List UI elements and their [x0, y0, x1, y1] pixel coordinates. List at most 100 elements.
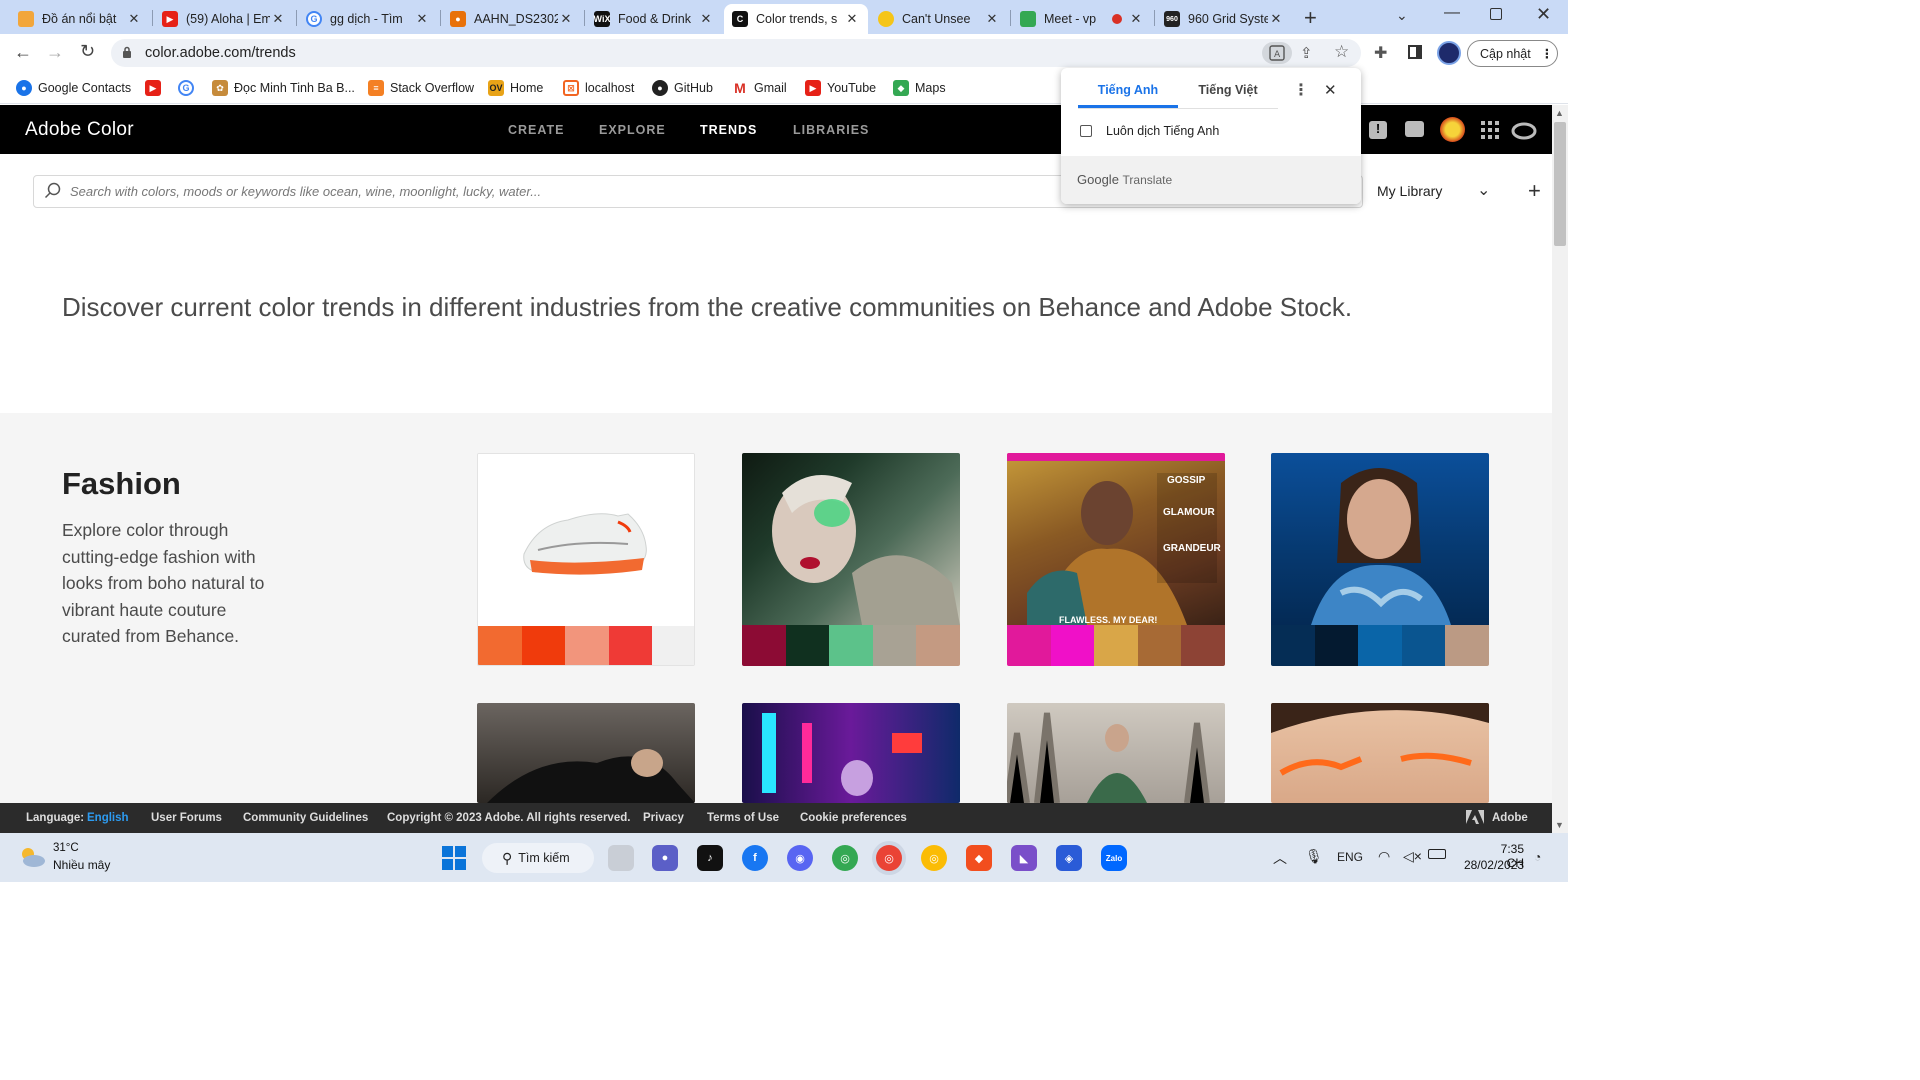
tiktok-icon[interactable]: ♪	[697, 845, 723, 871]
chrome-icon[interactable]: ◎	[921, 845, 947, 871]
taskbar-search[interactable]: ⚲ Tìm kiếm	[482, 843, 594, 873]
footer-user-forums[interactable]: User Forums	[151, 812, 222, 824]
browser-tab-active[interactable]: C Color trends, s ✕	[724, 4, 868, 34]
url-text[interactable]: color.adobe.com/trends	[145, 45, 296, 61]
bookmark-home[interactable]: OV Home	[488, 78, 543, 98]
weather-cloud-icon[interactable]	[18, 846, 46, 868]
share-icon[interactable]: ⇪	[1300, 44, 1313, 62]
trend-card-partial[interactable]	[1271, 703, 1489, 803]
close-icon[interactable]: ✕	[1324, 81, 1337, 99]
always-translate-checkbox[interactable]	[1080, 125, 1092, 137]
close-icon[interactable]: ✕	[414, 11, 430, 27]
browser-tab[interactable]: ● AAHN_DS2302 ✕	[442, 4, 582, 34]
lock-icon[interactable]	[122, 46, 132, 58]
scroll-down-icon[interactable]: ▼	[1555, 820, 1564, 830]
nav-trends[interactable]: TRENDS	[700, 123, 757, 137]
bookmark-maps[interactable]: ◆ Maps	[893, 78, 946, 98]
visual-studio-icon[interactable]: ◣	[1011, 845, 1037, 871]
bookmark-youtube-short[interactable]: ▶	[145, 78, 167, 98]
scroll-up-icon[interactable]: ▲	[1555, 108, 1564, 118]
facebook-icon[interactable]: f	[742, 845, 768, 871]
nav-create[interactable]: CREATE	[508, 123, 564, 137]
my-library-select[interactable]: My Library	[1377, 183, 1442, 199]
close-icon[interactable]: ✕	[126, 11, 142, 27]
trend-card-partial[interactable]	[1007, 703, 1225, 803]
close-window-icon[interactable]: ✕	[1536, 4, 1551, 25]
footer-terms[interactable]: Terms of Use	[707, 812, 779, 824]
close-icon[interactable]: ✕	[558, 11, 574, 27]
bookmark-star-icon[interactable]: ☆	[1334, 42, 1349, 62]
battery-icon[interactable]	[1428, 849, 1446, 859]
zalo-icon[interactable]: Zalo	[1101, 845, 1127, 871]
bookmark-github[interactable]: ● GitHub	[652, 78, 713, 98]
tab-tieng-viet[interactable]: Tiếng Việt	[1178, 83, 1278, 97]
back-icon[interactable]: ←	[14, 42, 32, 63]
user-avatar[interactable]	[1440, 117, 1465, 142]
show-hidden-icons[interactable]: ︿	[1273, 848, 1287, 868]
close-icon[interactable]: ✕	[270, 11, 286, 27]
bookmark-google[interactable]: G	[178, 78, 200, 98]
apps-grid-icon[interactable]	[1481, 121, 1499, 139]
browser-tab[interactable]: Đồ án nổi bật ✕	[10, 4, 150, 34]
weather-temp[interactable]: 31°C	[53, 842, 79, 854]
translate-icon[interactable]: A	[1262, 42, 1292, 64]
browser-tab[interactable]: 960 960 Grid Syste ✕	[1156, 4, 1292, 34]
bookmark-localhost[interactable]: ⊠ localhost	[563, 78, 634, 98]
adobe-logo-icon[interactable]	[1466, 810, 1484, 824]
trend-card-partial[interactable]	[477, 703, 695, 803]
chrome-active-icon[interactable]: ◎	[876, 845, 902, 871]
trend-card[interactable]	[742, 453, 960, 666]
browser-tab[interactable]: Can't Unsee ✕	[870, 4, 1008, 34]
browser-tab[interactable]: Meet - vp ✕	[1012, 4, 1152, 34]
chevron-down-icon[interactable]: ⌄	[1477, 180, 1490, 200]
search-input[interactable]: Search with colors, moods or keywords li…	[70, 184, 541, 199]
close-icon[interactable]: ✕	[844, 11, 860, 27]
adobe-color-logo[interactable]: Adobe Color	[25, 119, 134, 141]
footer-cookie-preferences[interactable]: Cookie preferences	[800, 812, 907, 824]
creative-cloud-icon[interactable]	[1511, 120, 1537, 140]
new-tab-icon[interactable]: +	[1304, 5, 1317, 31]
weather-desc[interactable]: Nhiều mây	[53, 858, 110, 872]
close-icon[interactable]: ✕	[1128, 11, 1144, 27]
extensions-icon[interactable]: ✚	[1374, 43, 1387, 63]
nav-libraries[interactable]: LIBRARIES	[793, 123, 869, 137]
bookmark-youtube[interactable]: ▶ YouTube	[805, 78, 876, 98]
microphone-icon[interactable]: 🎙︎	[1305, 848, 1323, 865]
footer-privacy[interactable]: Privacy	[643, 812, 684, 824]
shield-icon[interactable]: ◈	[1056, 845, 1082, 871]
browser-tab[interactable]: G gg dịch - Tìm ✕	[298, 4, 438, 34]
task-view-icon[interactable]	[608, 845, 634, 871]
bookmark-doc-minh-tinh[interactable]: ✿ Đọc Minh Tinh Ba B...	[212, 78, 355, 98]
browser-tab[interactable]: ▶ (59) Aloha | Em ✕	[154, 4, 294, 34]
trend-card-partial[interactable]	[742, 703, 960, 803]
footer-community-guidelines[interactable]: Community Guidelines	[243, 812, 368, 824]
volume-muted-icon[interactable]: ◁×	[1403, 848, 1422, 865]
language-link[interactable]: English	[87, 812, 129, 824]
close-icon[interactable]: ✕	[1268, 11, 1284, 27]
language-indicator[interactable]: ENG	[1337, 850, 1363, 864]
footer-adobe-brand[interactable]: Adobe	[1492, 812, 1528, 824]
bookmark-stack-overflow[interactable]: ≡ Stack Overflow	[368, 78, 474, 98]
profile-avatar[interactable]	[1437, 41, 1461, 65]
chrome-profile-icon[interactable]: ◎	[832, 845, 858, 871]
chat-icon[interactable]	[1405, 121, 1424, 137]
forward-icon[interactable]: →	[46, 42, 64, 63]
side-panel-icon[interactable]	[1408, 45, 1422, 59]
notification-icon[interactable]: ◔	[1534, 850, 1541, 864]
feedback-icon[interactable]: !	[1369, 121, 1387, 139]
browser-tab[interactable]: WiX Food & Drink ✕	[586, 4, 722, 34]
figma-icon[interactable]: ◆	[966, 845, 992, 871]
more-options-icon[interactable]: ⋮	[1293, 80, 1309, 100]
address-bar[interactable]	[111, 39, 1361, 67]
trend-card[interactable]	[1271, 453, 1489, 666]
tab-tieng-anh[interactable]: Tiếng Anh	[1078, 83, 1178, 97]
nav-explore[interactable]: EXPLORE	[599, 123, 666, 137]
reload-icon[interactable]: ↻	[80, 41, 95, 62]
bookmark-gmail[interactable]: M Gmail	[732, 78, 787, 98]
teams-icon[interactable]: ●	[652, 845, 678, 871]
close-icon[interactable]: ✕	[984, 11, 1000, 27]
close-icon[interactable]: ✕	[698, 11, 714, 27]
update-button[interactable]: Cập nhật ⋮	[1467, 40, 1558, 67]
windows-start-icon[interactable]	[442, 846, 466, 870]
trend-card[interactable]	[477, 453, 695, 666]
